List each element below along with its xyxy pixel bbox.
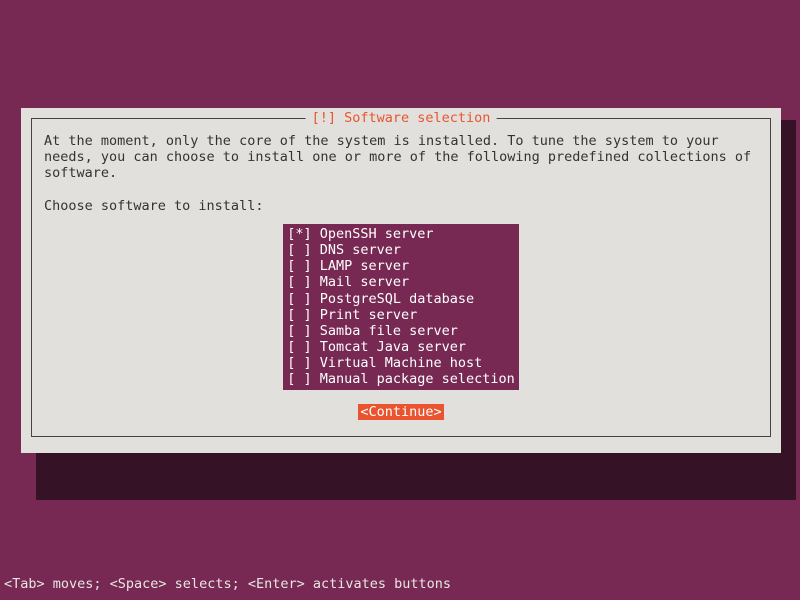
- dialog-title: [!] Software selection: [306, 110, 497, 126]
- continue-row: <Continue>: [44, 404, 758, 420]
- software-item-samba-file-server[interactable]: [ ] Samba file server: [283, 323, 519, 339]
- software-item-dns-server[interactable]: [ ] DNS server: [283, 242, 519, 258]
- dialog-frame: [!] Software selection At the moment, on…: [31, 118, 771, 437]
- keyboard-hint: <Tab> moves; <Space> selects; <Enter> ac…: [4, 576, 451, 592]
- dialog-prompt: Choose software to install:: [44, 198, 758, 214]
- software-item-virtual-machine-host[interactable]: [ ] Virtual Machine host: [283, 355, 519, 371]
- software-list[interactable]: [*] OpenSSH server [ ] DNS server [ ] LA…: [283, 224, 519, 390]
- software-item-manual-package-selection[interactable]: [ ] Manual package selection: [283, 371, 519, 387]
- dialog-body-text: At the moment, only the core of the syst…: [44, 133, 758, 182]
- software-item-print-server[interactable]: [ ] Print server: [283, 307, 519, 323]
- software-item-tomcat-java-server[interactable]: [ ] Tomcat Java server: [283, 339, 519, 355]
- software-item-mail-server[interactable]: [ ] Mail server: [283, 274, 519, 290]
- software-selection-dialog: [!] Software selection At the moment, on…: [21, 108, 781, 453]
- continue-button[interactable]: <Continue>: [358, 404, 443, 420]
- software-item-openssh-server[interactable]: [*] OpenSSH server: [283, 226, 519, 242]
- software-item-postgresql-database[interactable]: [ ] PostgreSQL database: [283, 291, 519, 307]
- software-list-container: [*] OpenSSH server [ ] DNS server [ ] LA…: [44, 224, 758, 390]
- software-item-lamp-server[interactable]: [ ] LAMP server: [283, 258, 519, 274]
